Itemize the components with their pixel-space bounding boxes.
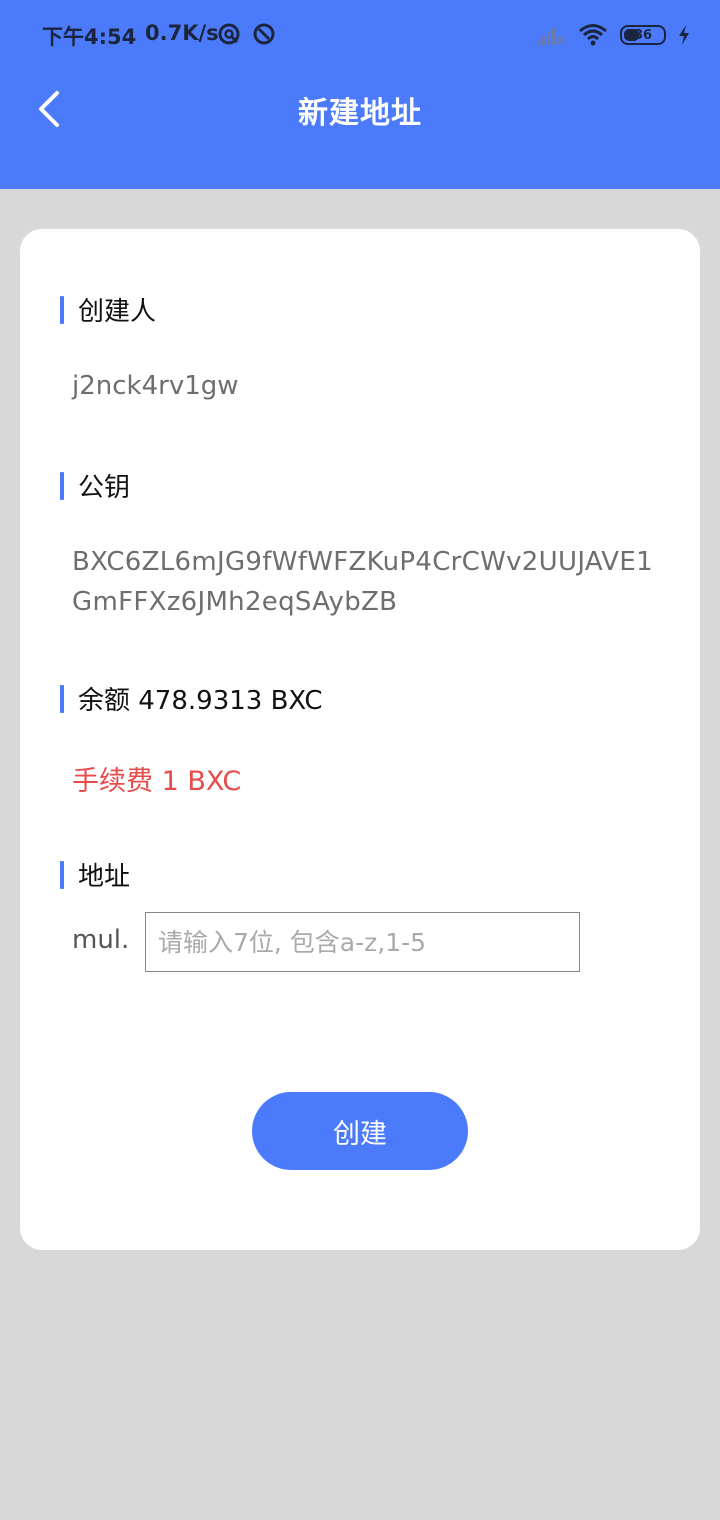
address-prefix: mul. [72,925,130,955]
form-card: 创建人 j2nck4rv1gw 公钥 BXC6ZL6mJG9fWfWFZKuP4… [20,229,700,1250]
network-speed: 0.7K/s [145,21,219,45]
page-title: 新建地址 [298,96,422,131]
app-notification-icon [218,23,240,45]
creator-label: 创建人 [78,297,157,327]
status-bar: 下午4:54 0.7K/s 36 [0,0,720,70]
creator-value: j2nck4rv1gw [72,371,239,401]
signal-icon [537,28,565,45]
fee-text: 手续费 1 BXC [72,766,242,797]
app-header: 下午4:54 0.7K/s 36 新建地址 [0,0,720,189]
section-accent-bar [60,860,64,889]
creator-section-title: 创建人 [60,291,156,328]
address-section-title: 地址 [60,856,130,893]
section-accent-bar [60,295,64,324]
charging-icon [679,25,689,45]
wifi-icon [579,24,607,46]
app-notification-icon [253,23,275,45]
status-time: 下午4:54 [42,25,137,49]
address-input[interactable] [145,912,580,972]
section-accent-bar [60,684,64,713]
battery-icon: 36 [620,25,666,45]
section-accent-bar [60,471,64,500]
pubkey-label: 公钥 [78,473,131,503]
pubkey-section-title: 公钥 [60,467,130,504]
balance-label: 余额 478.9313 BXC [78,686,323,716]
status-icons: 36 [536,22,690,48]
create-button[interactable]: 创建 [252,1092,468,1170]
pubkey-value: BXC6ZL6mJG9fWfWFZKuP4CrCWv2UUJAVE1GmFFXz… [72,547,653,617]
battery-level: 36 [633,27,653,43]
address-label: 地址 [78,862,131,892]
balance-section-title: 余额 478.9313 BXC [60,680,323,717]
